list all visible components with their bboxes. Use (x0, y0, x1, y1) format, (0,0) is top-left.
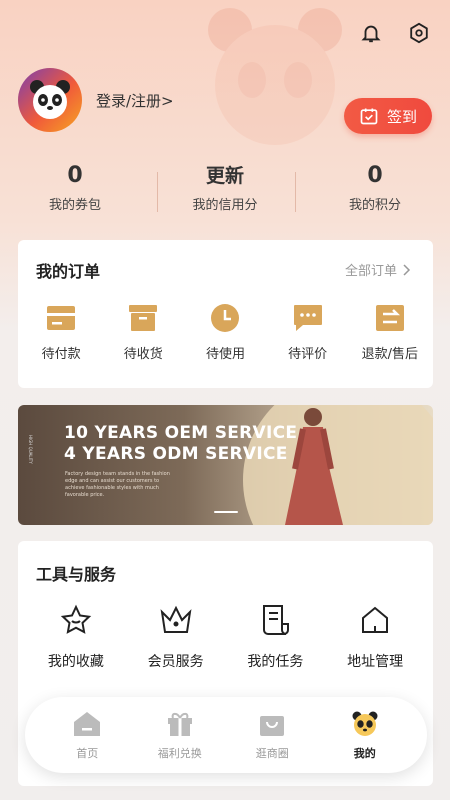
shopping-bag-icon (257, 709, 287, 739)
stat-label: 我的积分 (348, 198, 401, 213)
tool-address[interactable]: 地址管理 (333, 603, 417, 671)
tab-home[interactable]: 首页 (52, 709, 122, 761)
wallet-icon (44, 302, 78, 334)
order-pending-payment[interactable]: 待付款 (23, 302, 99, 362)
order-label: 退款/售后 (361, 347, 419, 362)
tab-label: 我的 (353, 747, 376, 760)
stat-value: 更新 (205, 165, 244, 187)
orders-card: 我的订单 全部订单 待付款 待收货 待使用 待评价 退款/售后 (18, 240, 433, 388)
tool-label: 我的收藏 (47, 654, 104, 670)
star-icon (59, 603, 93, 637)
signin-button[interactable]: 签到 (344, 98, 432, 134)
stat-value: 0 (367, 163, 383, 188)
stat-coupons[interactable]: 0 我的券包 (0, 160, 150, 220)
order-pending-use[interactable]: 待使用 (187, 302, 263, 362)
house-icon (358, 603, 392, 637)
order-pending-review[interactable]: 待评价 (270, 302, 346, 362)
tab-mine[interactable]: 我的 (330, 709, 400, 761)
avatar[interactable] (18, 68, 82, 132)
panda-icon (350, 709, 380, 739)
banner-headline-1: 10 YEARS OEM SERVICE (64, 423, 298, 443)
refund-icon (373, 302, 407, 334)
login-register-link[interactable]: 登录/注册> (96, 90, 174, 111)
order-label: 待收货 (123, 347, 163, 362)
tool-label: 地址管理 (347, 654, 404, 670)
banner-description: Factory design team stands in the fashio… (65, 471, 170, 498)
tools-row: 我的收藏 会员服务 我的任务 地址管理 (18, 603, 433, 671)
divider (295, 172, 296, 212)
orders-title: 我的订单 (36, 262, 101, 281)
crown-icon (159, 603, 193, 637)
stat-value: 0 (67, 163, 83, 188)
calendar-check-icon (360, 108, 378, 125)
tool-membership[interactable]: 会员服务 (134, 603, 218, 671)
comment-icon (291, 302, 325, 334)
order-label: 待评价 (288, 347, 328, 362)
chevron-right-icon (403, 263, 411, 276)
stat-label: 我的信用分 (192, 198, 258, 213)
carousel-indicator (214, 511, 238, 513)
tool-tasks[interactable]: 我的任务 (233, 603, 317, 671)
order-refund[interactable]: 退款/售后 (352, 302, 428, 362)
gift-icon (165, 709, 195, 739)
stat-credit[interactable]: 更新 我的信用分 (150, 160, 300, 220)
banner-vertical-text: HIGH QUALITY (28, 435, 33, 464)
profile-section: 登录/注册> (18, 68, 174, 132)
document-icon (258, 603, 292, 637)
order-label: 待付款 (41, 347, 81, 362)
tab-benefits[interactable]: 福利兑换 (145, 709, 215, 761)
tools-title: 工具与服务 (36, 565, 117, 584)
promo-banner[interactable]: HIGH QUALITY 10 YEARS OEM SERVICE 4 YEAR… (18, 405, 433, 525)
all-orders-label: 全部订单 (344, 264, 397, 279)
clock-icon (208, 302, 242, 334)
settings-icon[interactable] (406, 20, 432, 46)
tab-label: 福利兑换 (157, 747, 202, 760)
signin-label: 签到 (386, 107, 417, 126)
tab-label: 首页 (76, 747, 99, 760)
tab-label: 逛商圈 (255, 747, 289, 760)
tool-favorites[interactable]: 我的收藏 (34, 603, 118, 671)
stats-row: 0 我的券包 更新 我的信用分 0 我的积分 (0, 160, 450, 220)
bell-icon[interactable] (358, 20, 384, 46)
stat-label: 我的券包 (48, 198, 101, 213)
banner-headline-2: 4 YEARS ODM SERVICE (64, 444, 288, 464)
tab-shopping[interactable]: 逛商圈 (237, 709, 307, 761)
panda-watermark-icon (208, 8, 342, 145)
box-icon (126, 302, 160, 334)
home-icon (72, 709, 102, 739)
tool-label: 我的任务 (247, 654, 304, 670)
order-pending-receipt[interactable]: 待收货 (105, 302, 181, 362)
stat-points[interactable]: 0 我的积分 (300, 160, 450, 220)
panda-avatar-icon (30, 80, 70, 119)
order-label: 待使用 (205, 347, 245, 362)
tool-label: 会员服务 (147, 654, 204, 670)
bottom-tab-bar: 首页 福利兑换 逛商圈 我的 (25, 697, 427, 773)
all-orders-link[interactable]: 全部订单 (345, 260, 411, 279)
top-bar (358, 20, 432, 46)
order-status-row: 待付款 待收货 待使用 待评价 退款/售后 (18, 302, 433, 362)
